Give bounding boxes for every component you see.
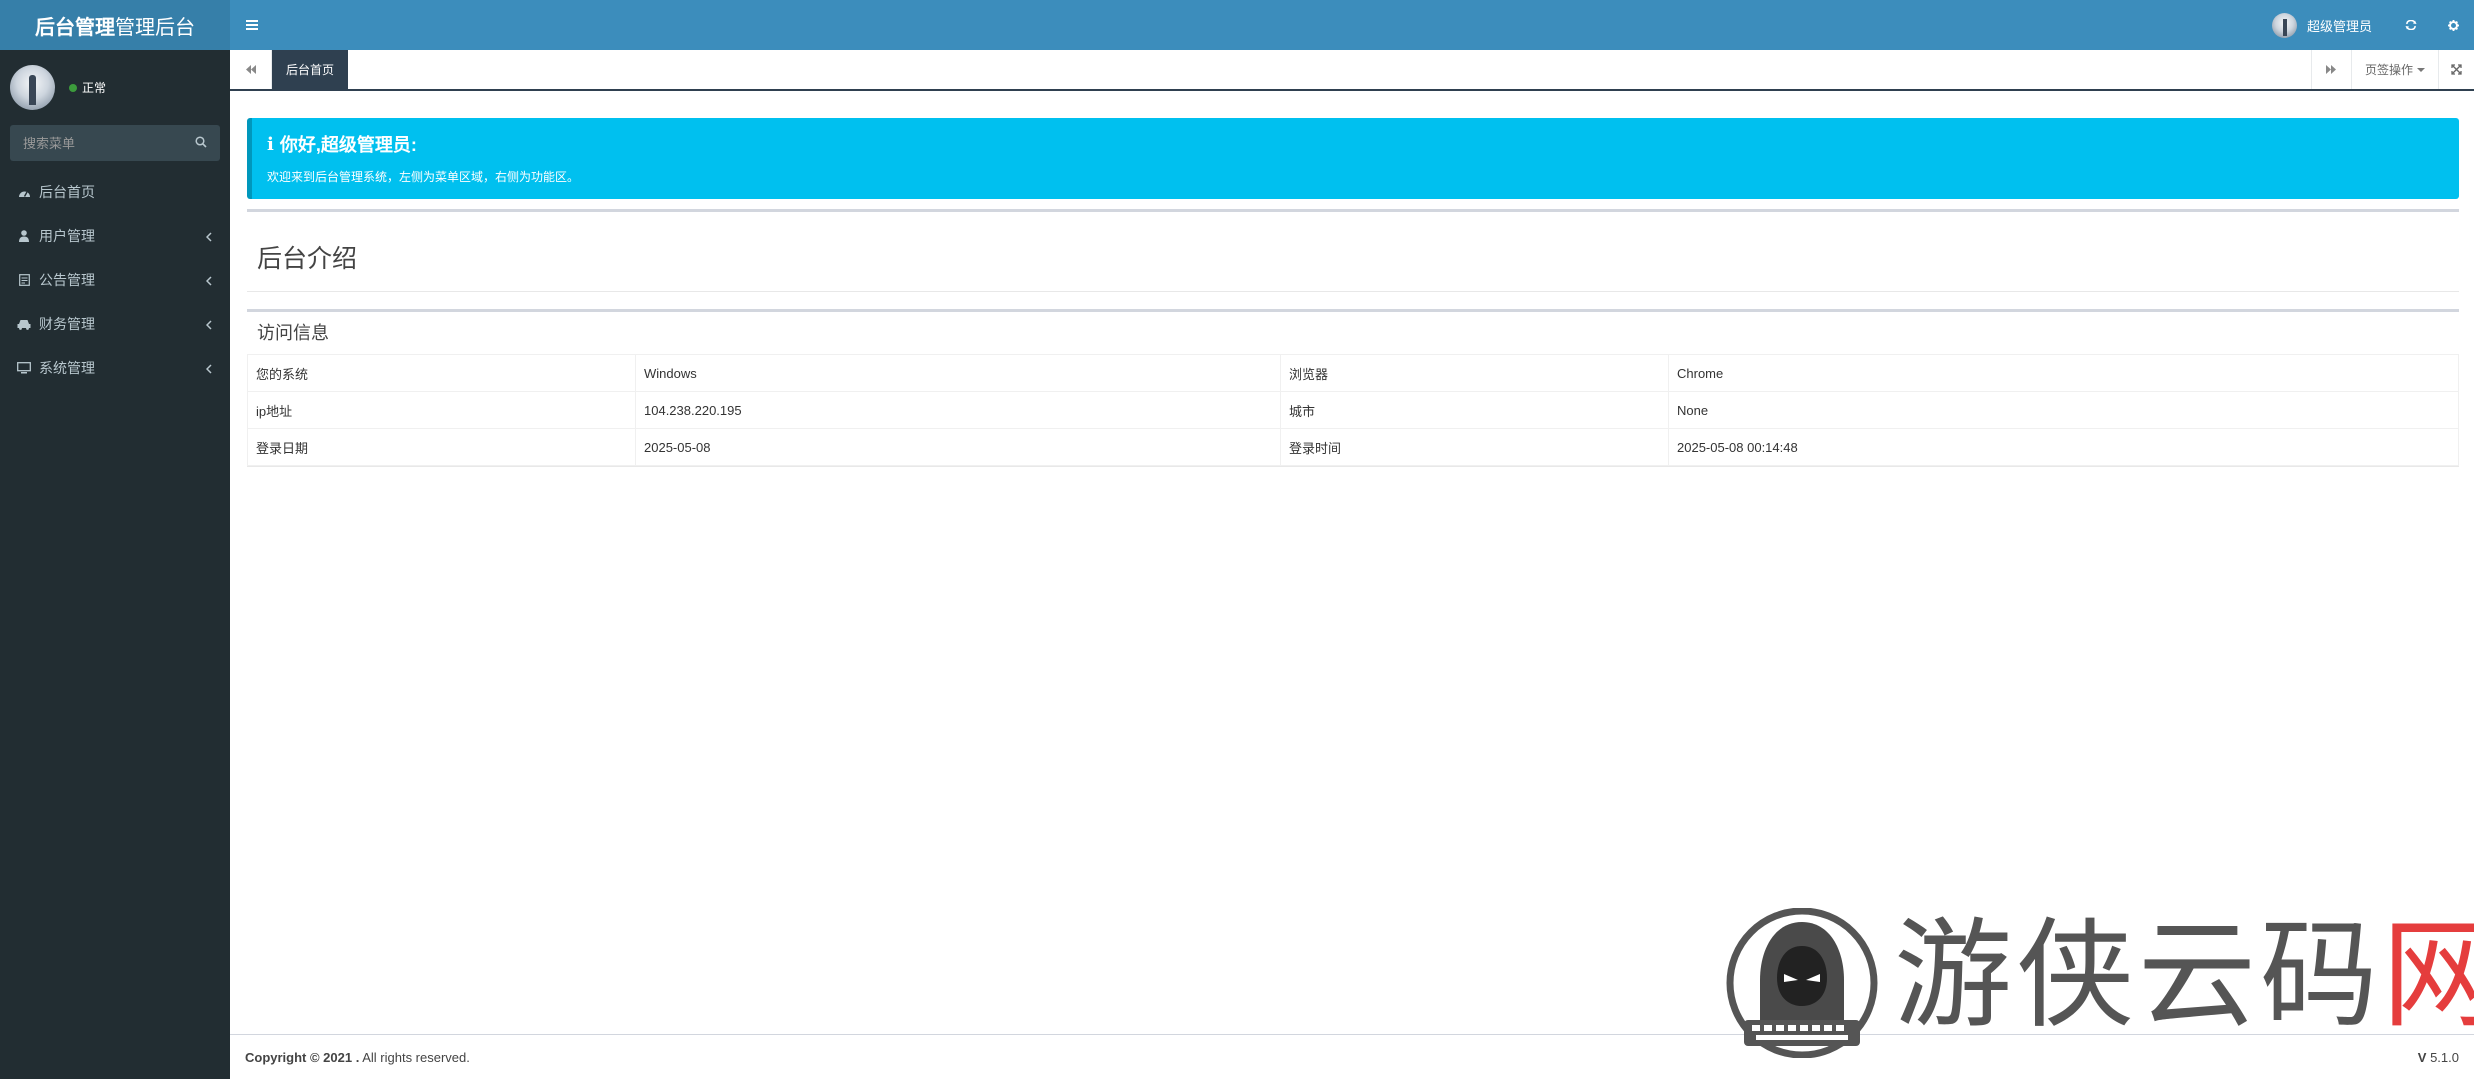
sidebar-item-system[interactable]: 系统管理: [0, 346, 230, 390]
sidebar-item-users[interactable]: 用户管理: [0, 214, 230, 258]
tabs-right-controls: 页签操作: [2310, 50, 2474, 89]
chevron-left-icon: [205, 317, 212, 333]
page-tabs-bar: 后台首页 页签操作: [230, 50, 2474, 91]
navbar-right: 超级管理员: [2254, 0, 2474, 50]
table-cell-value: 2025-05-08: [635, 428, 1281, 466]
tabs-scroll-left-button[interactable]: [230, 50, 272, 89]
top-navbar: 超级管理员: [230, 0, 2474, 50]
chevron-left-icon: [205, 229, 212, 245]
table-row: 登录日期 2025-05-08 登录时间 2025-05-08 00:14:48: [247, 428, 2459, 466]
table-cell-label: ip地址: [247, 391, 636, 429]
online-status-icon: [69, 83, 77, 92]
visit-info-table: 您的系统 Windows 浏览器 Chrome ip地址 104.238.220…: [247, 354, 2459, 466]
logo-light-text: 管理后台: [115, 16, 195, 39]
visit-info-box: 访问信息 您的系统 Windows 浏览器 Chrome ip地址 104.23…: [247, 309, 2459, 467]
sidebar-toggle-button[interactable]: [230, 0, 274, 50]
sidebar-item-finance[interactable]: 财务管理: [0, 302, 230, 346]
logo-bold-text: 后台管理: [35, 16, 115, 39]
status-label: 正常: [82, 81, 107, 95]
sidebar-item-notices[interactable]: 公告管理: [0, 258, 230, 302]
table-cell-label: 您的系统: [247, 354, 636, 392]
expand-icon: [2451, 64, 2462, 75]
sidebar-item-label: 系统管理: [39, 360, 95, 376]
sidebar: 后台管理管理后台 正常 后台首页 用户管理: [0, 0, 230, 1079]
watermark-text-red: 网: [2382, 906, 2474, 1044]
sidebar-item-label: 后台首页: [39, 184, 95, 200]
table-cell-label: 登录日期: [247, 428, 636, 466]
main-content: i 你好,超级管理员: 欢迎来到后台管理系统，左侧为菜单区域，右侧为功能区。 后…: [230, 91, 2474, 1035]
fullscreen-button[interactable]: [2438, 50, 2474, 89]
chevron-left-icon: [205, 273, 212, 289]
caret-down-icon: [2417, 67, 2425, 72]
callout-title-text: 你好,超级管理员:: [279, 135, 417, 155]
hamburger-icon: [246, 20, 258, 30]
watermark-text: 游侠云码网: [1894, 916, 2474, 1034]
menu-search-input[interactable]: [23, 135, 183, 151]
table-cell-value: Chrome: [1668, 354, 2459, 392]
user-avatar: [10, 65, 55, 110]
menu-search: [10, 125, 220, 161]
navbar-avatar: [2271, 12, 2297, 38]
intro-title: 后台介绍: [257, 245, 358, 273]
copyright-rest: All rights reserved.: [359, 1049, 470, 1065]
refresh-icon: [2405, 20, 2417, 30]
site-watermark: 游侠云码网: [1722, 908, 2474, 1058]
visit-info-title: 访问信息: [257, 323, 329, 343]
table-cell-value: 104.238.220.195: [635, 391, 1281, 429]
table-cell-value: None: [1668, 391, 2459, 429]
user-panel: 正常: [0, 50, 230, 125]
table-cell-label: 浏览器: [1280, 354, 1669, 392]
tabs-scroll-right-button[interactable]: [2310, 50, 2351, 89]
copyright-bold: Copyright © 2021 .: [245, 1049, 360, 1065]
sidebar-item-label: 财务管理: [39, 316, 95, 332]
settings-button[interactable]: [2432, 0, 2474, 50]
page-ops-dropdown[interactable]: 页签操作: [2350, 50, 2438, 89]
sidebar-item-home[interactable]: 后台首页: [0, 170, 230, 214]
footer-copyright: Copyright © 2021 . All rights reserved.: [245, 1050, 470, 1065]
refresh-button[interactable]: [2390, 0, 2432, 50]
sidebar-item-label: 用户管理: [39, 228, 95, 244]
table-cell-label: 登录时间: [1280, 428, 1669, 466]
double-chevron-right-icon: [2326, 65, 2337, 74]
watermark-text-main: 游侠云码: [1894, 906, 2383, 1044]
info-icon: i: [267, 133, 274, 155]
callout-text: 欢迎来到后台管理系统，左侧为菜单区域，右侧为功能区。: [267, 170, 580, 184]
table-cell-value: 2025-05-08 00:14:48: [1668, 428, 2459, 466]
hooded-hacker-logo-icon: [1726, 908, 1878, 1058]
gear-icon: [2447, 19, 2459, 31]
monitor-icon: [17, 362, 31, 374]
welcome-callout: i 你好,超级管理员: 欢迎来到后台管理系统，左侧为菜单区域，右侧为功能区。: [247, 118, 2459, 199]
user-icon: [17, 230, 31, 242]
dashboard-icon: [17, 187, 31, 198]
sidebar-menu: 后台首页 用户管理 公告管理 财务管理 系统管理: [0, 170, 230, 390]
table-row: ip地址 104.238.220.195 城市 None: [247, 391, 2459, 429]
search-icon[interactable]: [195, 135, 207, 151]
notice-icon: [17, 274, 31, 286]
navbar-username: 超级管理员: [2306, 18, 2372, 34]
user-menu[interactable]: 超级管理员: [2254, 12, 2390, 38]
table-cell-value: Windows: [635, 354, 1281, 392]
tab-home[interactable]: 后台首页: [272, 50, 349, 89]
car-icon: [17, 319, 31, 330]
table-cell-label: 城市: [1280, 391, 1669, 429]
user-status: 正常: [69, 79, 106, 96]
double-chevron-left-icon: [245, 65, 256, 74]
sidebar-item-label: 公告管理: [39, 272, 95, 288]
page-ops-label: 页签操作: [2364, 63, 2413, 77]
intro-box: 后台介绍: [247, 209, 2459, 292]
app-logo[interactable]: 后台管理 管理后台: [0, 0, 230, 50]
callout-title: i 你好,超级管理员:: [267, 131, 2444, 157]
table-row: 您的系统 Windows 浏览器 Chrome: [247, 354, 2459, 392]
chevron-left-icon: [205, 361, 212, 377]
